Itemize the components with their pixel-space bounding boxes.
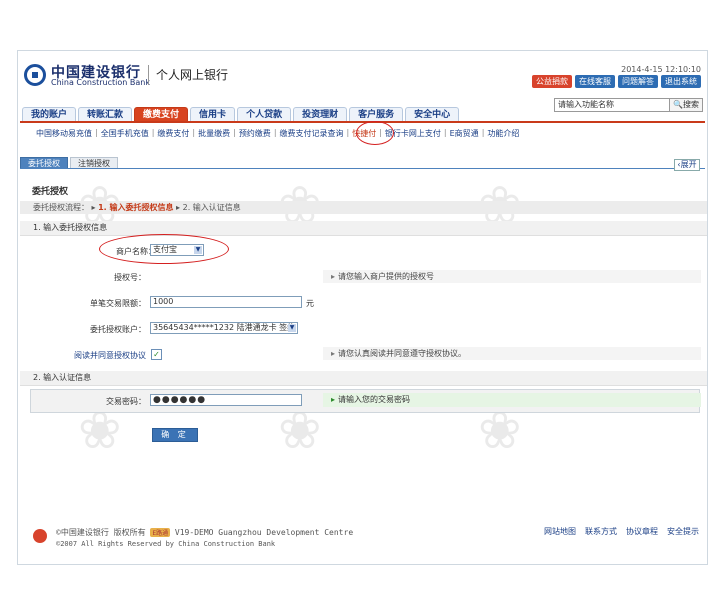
subnav-item-feature-intro[interactable]: 功能介绍 [487, 128, 519, 139]
agreement-checkbox[interactable]: ✓ [151, 349, 162, 360]
agreement-hint: ▸ 请您认真阅读并同意遵守授权协议。 [323, 347, 701, 360]
ccb-logo-icon [24, 64, 46, 86]
bank-name-en: China Construction Bank [51, 78, 150, 87]
confirm-button[interactable]: 确 定 [152, 428, 198, 442]
account-select[interactable]: 35645434*****1232 陆港通龙卡 签约 ▼ [150, 322, 298, 334]
triangle-right-icon: ▸ [331, 349, 336, 358]
footer-link-agreement[interactable]: 协议章程 [626, 526, 658, 537]
limit-label: 单笔交易限额： [90, 299, 146, 308]
flow-step-2: 2. 输入认证信息 [182, 203, 241, 212]
copyright-cn: ©中国建设银行 版权所有 [56, 528, 146, 537]
tab-personal-loan[interactable]: 个人贷款 [237, 107, 292, 122]
agreement-hint-text: 请您认真阅读并同意遵守授权协议。 [338, 349, 467, 358]
browser-frame: ❀ ❀ ❀ ❀ ❀ ❀ 中国建设银行 China Construction Ba… [17, 50, 708, 565]
subnav-item-mobile-recharge[interactable]: 中国移动易充值 [36, 128, 92, 139]
auth-no-hint-text: 请您输入商户提供的授权号 [338, 272, 435, 281]
arrow-right-icon: ▸ [176, 203, 181, 212]
highlight-circle-quick-pay [356, 121, 394, 145]
tab-my-account[interactable]: 我的账户 [22, 107, 77, 122]
subnav-item-scheduled-payment[interactable]: 预约缴费 [239, 128, 271, 139]
tab-investment[interactable]: 投资理财 [293, 107, 348, 122]
tab-customer-service[interactable]: 客户服务 [349, 107, 404, 122]
footer-link-sitemap[interactable]: 网站地图 [544, 526, 576, 537]
faq-button[interactable]: 问题解答 [618, 75, 658, 88]
header: 中国建设银行 China Construction Bank 个人网上银行 20… [18, 51, 707, 99]
search-icon: 🔍 [673, 100, 683, 109]
sub-nav: 中国移动易充值 | 全国手机充值 | 缴费支付 | 批量缴费 | 预约缴费 | 缴费支付记… [36, 128, 520, 139]
chevron-down-icon: ▼ [288, 324, 296, 332]
subnav-item-phone-recharge[interactable]: 全国手机充值 [101, 128, 149, 139]
subnav-item-batch-payment[interactable]: 批量缴费 [198, 128, 230, 139]
password-input[interactable]: ●●●●●● [150, 394, 302, 406]
function-search-input[interactable]: 请输入功能名称 [554, 98, 671, 112]
tab-security-center[interactable]: 安全中心 [405, 107, 460, 122]
triangle-right-icon: ▸ [331, 395, 336, 404]
online-service-button[interactable]: 在线客服 [575, 75, 615, 88]
logo-divider [148, 65, 149, 85]
search-button[interactable]: 🔍搜索 [669, 98, 703, 112]
page-title: 委托授权 [32, 187, 69, 197]
product-name: 个人网上银行 [156, 68, 229, 82]
agreement-link[interactable]: 阅读并同意授权协议 [36, 350, 146, 361]
limit-input[interactable]: 1000 [150, 296, 302, 308]
footer-link-contact[interactable]: 联系方式 [585, 526, 617, 537]
auth-no-hint: ▸ 请您输入商户提供的授权号 [323, 270, 701, 283]
logout-button[interactable]: 退出系统 [661, 75, 701, 88]
subnav-item-e-trade[interactable]: E商贸通 [450, 128, 479, 139]
login-datetime: 2014-4-15 12:10:10 [621, 65, 701, 74]
password-label: 交易密码： [106, 397, 146, 406]
triangle-right-icon: ▸ [331, 272, 336, 281]
footer-link-security-tips[interactable]: 安全提示 [667, 526, 699, 537]
subnav-item-payment[interactable]: 缴费支付 [157, 128, 189, 139]
section-header-1: 1. 输入委托授权信息 [20, 221, 707, 236]
main-nav: 我的账户 转账汇款 缴费支付 信用卡 个人贷款 投资理财 客户服务 安全中心 [22, 107, 460, 122]
emblem-icon [33, 529, 47, 543]
limit-unit: 元 [306, 299, 314, 308]
flow-prefix: 委托授权流程： [33, 203, 89, 212]
donate-button[interactable]: 公益捐款 [532, 75, 572, 88]
footer-copyright: ©中国建设银行 版权所有 E路通 V19-DEMO Guangzhou Deve… [56, 527, 353, 538]
password-hint: ▸ 请输入您的交易密码 [323, 393, 701, 407]
section-header-2: 2. 输入认证信息 [20, 371, 707, 386]
tab-payment[interactable]: 缴费支付 [134, 107, 189, 122]
subtab-underline [20, 168, 705, 169]
account-label: 委托授权账户： [90, 325, 146, 334]
e-road-badge: E路通 [150, 528, 171, 537]
arrow-right-icon: ▸ [91, 203, 96, 212]
flow-breadcrumb: 委托授权流程： ▸ 1. 输入委托授权信息 ▸ 2. 输入认证信息 [20, 201, 707, 214]
subnav-item-payment-records[interactable]: 缴费支付记录查询 [280, 128, 344, 139]
flow-step-1: 1. 输入委托授权信息 [98, 203, 174, 212]
search-button-label: 搜索 [682, 100, 699, 109]
version-text: V19-DEMO Guangzhou Development Centre [174, 528, 354, 537]
copyright-en: ©2007 All Rights Reserved by China Const… [56, 540, 276, 548]
expand-button-label: 展开 [680, 160, 697, 169]
header-buttons: 公益捐款 在线客服 问题解答 退出系统 [532, 75, 701, 88]
password-hint-text: 请输入您的交易密码 [338, 395, 411, 404]
tab-transfer[interactable]: 转账汇款 [78, 107, 133, 122]
footer-links: 网站地图 联系方式 协议章程 安全提示 [544, 526, 699, 537]
expand-button[interactable]: ‹展开 [674, 159, 700, 171]
tab-credit-card[interactable]: 信用卡 [190, 107, 236, 122]
highlight-circle-merchant [99, 234, 229, 264]
auth-no-label: 授权号： [114, 273, 146, 282]
account-select-value: 35645434*****1232 陆港通龙卡 签约 [153, 323, 296, 332]
